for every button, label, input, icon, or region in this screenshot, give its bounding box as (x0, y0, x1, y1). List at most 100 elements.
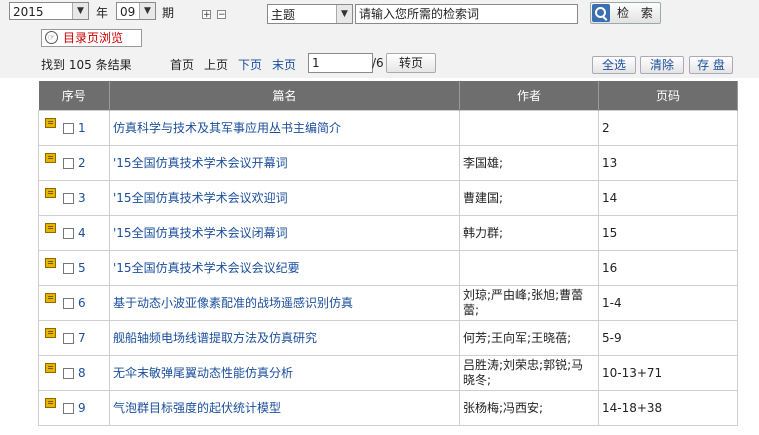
author-cell: 李国雄; (459, 145, 599, 181)
chevron-down-icon[interactable]: ▼ (139, 3, 155, 19)
author-cell: 张杨梅;冯西安; (459, 390, 599, 426)
row-number: 9 (78, 400, 86, 415)
total-pages: /6 (372, 56, 384, 70)
row-index-cell: 4 (38, 215, 110, 251)
article-title-link[interactable]: '15全国仿真技术学术会议会议纪要 (109, 250, 460, 286)
row-checkbox[interactable] (63, 262, 74, 274)
table-row: 8 无伞末敏弹尾翼动态性能仿真分析 吕胜涛;刘荣忠;郭锐;马晓冬; 10-13+71 (38, 355, 738, 391)
year-value: 2015 (13, 5, 44, 19)
pages-cell: 14 (598, 180, 738, 216)
row-index-cell: 1 (38, 110, 110, 146)
row-checkbox[interactable] (63, 402, 74, 414)
table-row: 2 '15全国仿真技术学术会议开幕词 李国雄; 13 (38, 145, 738, 181)
article-title-link[interactable]: '15全国仿真技术学术会议欢迎词 (109, 180, 460, 216)
col-header-no: 序号 (38, 81, 110, 111)
table-row: 6 基于动态小波亚像素配准的战场遥感识别仿真 刘琼;严由峰;张旭;曹蕾蕾; 1-4 (38, 285, 738, 321)
next-page-link[interactable]: 下页 (238, 56, 262, 73)
year-select[interactable]: 2015 ▼ (9, 2, 89, 20)
row-index-cell: 2 (38, 145, 110, 181)
pages-cell: 10-13+71 (598, 355, 738, 391)
row-checkbox[interactable] (63, 367, 74, 379)
row-number: 6 (78, 295, 86, 310)
article-title-link[interactable]: 仿真科学与技术及其军事应用丛书主编简介 (109, 110, 460, 146)
author-cell (459, 110, 599, 146)
row-checkbox[interactable] (63, 122, 74, 134)
period-select[interactable]: 09 ▼ (116, 2, 156, 20)
row-checkbox[interactable] (63, 297, 74, 309)
book-icon[interactable] (45, 222, 56, 233)
row-number: 3 (78, 190, 86, 205)
row-number: 5 (78, 260, 86, 275)
search-icon (592, 4, 610, 22)
result-count: 找到 105 条结果 (41, 58, 132, 72)
book-icon[interactable] (45, 152, 56, 163)
row-number: 7 (78, 330, 86, 345)
row-index-cell: 3 (38, 180, 110, 216)
row-index-cell: 9 (38, 390, 110, 426)
prev-page-link[interactable]: 上页 (204, 56, 228, 73)
pages-cell: 16 (598, 250, 738, 286)
col-header-pages: 页码 (598, 81, 738, 111)
row-checkbox[interactable] (63, 192, 74, 204)
row-number: 1 (78, 120, 86, 135)
author-cell: 韩力群; (459, 215, 599, 251)
author-cell: 何芳;王向军;王晓蓓; (459, 320, 599, 356)
article-title-link[interactable]: '15全国仿真技术学术会议开幕词 (109, 145, 460, 181)
book-icon[interactable] (45, 117, 56, 128)
row-checkbox[interactable] (63, 227, 74, 239)
collapse-icon[interactable]: − (217, 10, 226, 20)
year-label: 年 (96, 6, 109, 20)
search-input[interactable]: 请输入您所需的检索词 (355, 4, 578, 24)
table-header: 序号 篇名 作者 页码 (38, 81, 738, 111)
result-toolbar: 找到 105 条结果 首页 上页 下页 末页 1 /6 转页 全选 清除 存 盘 (38, 49, 736, 77)
article-title-link[interactable]: 舰船轴频电场线谱提取方法及仿真研究 (109, 320, 460, 356)
go-page-button[interactable]: 转页 (386, 53, 436, 73)
period-label: 期 (162, 6, 175, 20)
directory-browse-button[interactable]: ☞ 目录页浏览 (41, 29, 142, 47)
directory-browse-label: 目录页浏览 (63, 31, 124, 45)
pages-cell: 1-4 (598, 285, 738, 321)
book-icon[interactable] (45, 187, 56, 198)
book-icon[interactable] (45, 397, 56, 408)
field-select[interactable]: 主题 ▼ (267, 4, 353, 24)
table-row: 1 仿真科学与技术及其军事应用丛书主编简介 2 (38, 110, 738, 146)
book-icon[interactable] (45, 292, 56, 303)
pages-cell: 5-9 (598, 320, 738, 356)
pages-cell: 15 (598, 215, 738, 251)
col-header-author: 作者 (459, 81, 599, 111)
row-checkbox[interactable] (63, 157, 74, 169)
expand-icon[interactable]: + (202, 10, 211, 20)
article-title-link[interactable]: 基于动态小波亚像素配准的战场遥感识别仿真 (109, 285, 460, 321)
row-number: 2 (78, 155, 86, 170)
table-row: 4 '15全国仿真技术学术会议闭幕词 韩力群; 15 (38, 215, 738, 251)
article-title-link[interactable]: 无伞末敏弹尾翼动态性能仿真分析 (109, 355, 460, 391)
author-cell: 刘琼;严由峰;张旭;曹蕾蕾; (459, 285, 599, 321)
table-row: 7 舰船轴频电场线谱提取方法及仿真研究 何芳;王向军;王晓蓓; 5-9 (38, 320, 738, 356)
chevron-down-icon[interactable]: ▼ (72, 3, 88, 19)
article-title-link[interactable]: 气泡群目标强度的起伏统计模型 (109, 390, 460, 426)
chevron-down-icon[interactable]: ▼ (336, 5, 352, 23)
row-index-cell: 7 (38, 320, 110, 356)
first-page-link[interactable]: 首页 (170, 56, 194, 73)
pages-cell: 2 (598, 110, 738, 146)
author-cell: 吕胜涛;刘荣忠;郭锐;马晓冬; (459, 355, 599, 391)
author-cell: 曹建国; (459, 180, 599, 216)
book-icon[interactable] (45, 362, 56, 373)
save-button[interactable]: 存 盘 (689, 56, 733, 74)
pages-cell: 13 (598, 145, 738, 181)
last-page-link[interactable]: 末页 (272, 56, 296, 73)
page-input[interactable]: 1 (308, 53, 373, 73)
row-index-cell: 6 (38, 285, 110, 321)
select-all-button[interactable]: 全选 (592, 56, 636, 74)
results-table: 序号 篇名 作者 页码 1 仿真科学与技术及其军事应用丛书主编简介 2 2 '15全国仿… (38, 81, 738, 426)
book-icon[interactable] (45, 327, 56, 338)
search-button[interactable]: 检 索 (590, 2, 661, 24)
row-number: 8 (78, 365, 86, 380)
search-button-label: 检 索 (617, 6, 657, 20)
clear-button[interactable]: 清除 (640, 56, 684, 74)
author-cell (459, 250, 599, 286)
row-number: 4 (78, 225, 86, 240)
book-icon[interactable] (45, 257, 56, 268)
row-checkbox[interactable] (63, 332, 74, 344)
article-title-link[interactable]: '15全国仿真技术学术会议闭幕词 (109, 215, 460, 251)
